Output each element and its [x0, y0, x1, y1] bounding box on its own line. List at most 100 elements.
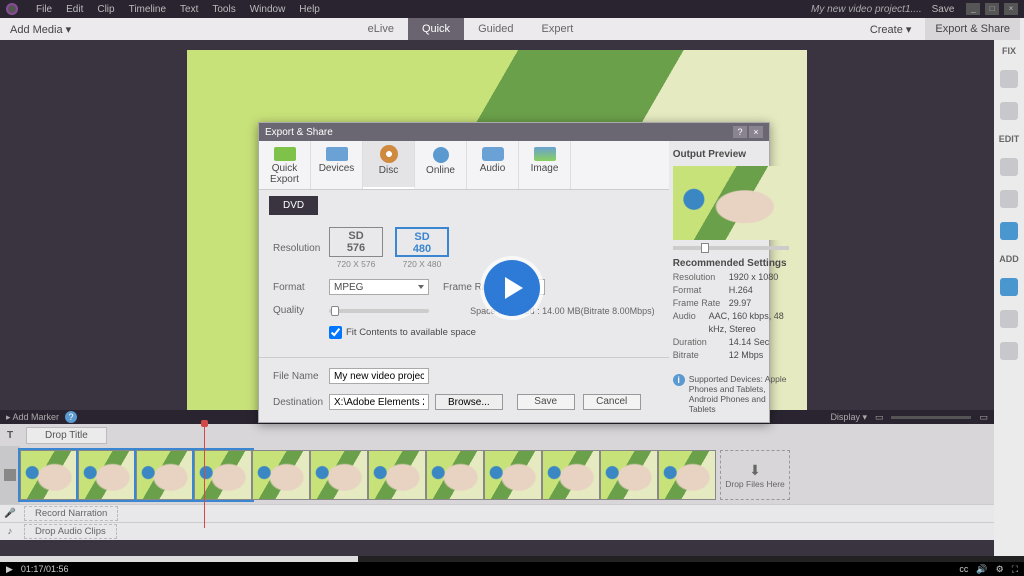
tab-devices[interactable]: Devices [311, 141, 363, 189]
tools-icon[interactable] [1000, 102, 1018, 120]
dialog-help-icon[interactable]: ? [733, 126, 747, 138]
rec-k-format: Format [673, 284, 729, 297]
clip-4[interactable] [194, 450, 252, 500]
time-current: 01:17 [21, 564, 44, 574]
clip-6[interactable] [310, 450, 368, 500]
narration-icon[interactable]: 🎤 [0, 508, 20, 519]
export-share-button[interactable]: Export & Share [925, 18, 1020, 40]
clip-1[interactable] [20, 450, 78, 500]
fit-contents-checkbox[interactable] [329, 326, 342, 339]
display-label: Display ▾ [830, 412, 867, 423]
graphics-icon[interactable] [1000, 342, 1018, 360]
info-icon: i [673, 374, 685, 386]
menu-help[interactable]: Help [299, 4, 320, 15]
close-icon[interactable]: × [1004, 3, 1018, 15]
fx1-icon[interactable] [1000, 158, 1018, 176]
clip-9[interactable] [484, 450, 542, 500]
tab-guided[interactable]: Guided [464, 18, 527, 40]
zoom-slider[interactable] [891, 416, 971, 419]
tab-audio[interactable]: Audio [467, 141, 519, 189]
format-dropdown[interactable]: MPEG [329, 279, 429, 295]
tab-elive[interactable]: eLive [354, 18, 408, 40]
dialog-close-icon[interactable]: × [749, 126, 763, 138]
resolution-576[interactable]: SD576 [329, 227, 383, 257]
rec-v-format: H.264 [729, 284, 753, 297]
menu-text[interactable]: Text [180, 4, 198, 15]
title-track: T Drop Title [0, 424, 994, 446]
create-button[interactable]: Create ▾ [860, 23, 922, 36]
clip-7[interactable] [368, 450, 426, 500]
drop-audio-zone[interactable]: Drop Audio Clips [24, 524, 117, 539]
music-icon[interactable] [1000, 310, 1018, 328]
audio-icon[interactable]: ♪ [0, 526, 20, 537]
rail-add-header: ADD [999, 254, 1019, 264]
color-icon[interactable] [1000, 222, 1018, 240]
app-icon [6, 3, 18, 15]
menu-tools[interactable]: Tools [212, 4, 235, 15]
tab-expert[interactable]: Expert [528, 18, 588, 40]
menu-window[interactable]: Window [250, 4, 286, 15]
playhead[interactable] [204, 424, 205, 528]
drop-files-zone[interactable]: ⬇Drop Files Here [720, 450, 790, 500]
fx2-icon[interactable] [1000, 190, 1018, 208]
volume-icon[interactable]: 🔊 [976, 564, 987, 575]
filename-input[interactable] [329, 368, 429, 384]
cc-icon[interactable]: cc [959, 564, 968, 575]
output-preview-thumb [673, 166, 789, 240]
minimize-icon[interactable]: _ [966, 3, 980, 15]
menu-timeline[interactable]: Timeline [129, 4, 166, 15]
tab-disc[interactable]: Disc [363, 141, 415, 189]
zoom-out-icon[interactable]: ▭ [875, 412, 884, 423]
resolution-480[interactable]: SD480 [395, 227, 449, 257]
subtab-dvd[interactable]: DVD [269, 196, 318, 215]
tab-quick-export[interactable]: Quick Export [259, 141, 311, 189]
rec-v-framerate: 29.97 [729, 297, 752, 310]
resolution-label: Resolution [273, 243, 329, 254]
quality-slider[interactable] [329, 309, 429, 313]
play-pause-icon[interactable]: ▶ [6, 564, 13, 575]
clip-2[interactable] [78, 450, 136, 500]
cancel-button[interactable]: Cancel [583, 394, 641, 410]
clip-12[interactable] [658, 450, 716, 500]
download-icon: ⬇ [749, 462, 761, 479]
record-narration-zone[interactable]: Record Narration [24, 506, 118, 521]
browse-button[interactable]: Browse... [435, 394, 503, 410]
clip-8[interactable] [426, 450, 484, 500]
play-button[interactable] [484, 260, 540, 316]
fit-contents-label: Fit Contents to available space [346, 327, 476, 338]
clip-10[interactable] [542, 450, 600, 500]
rec-v-bitrate: 12 Mbps [729, 349, 764, 362]
output-preview-header: Output Preview [673, 149, 789, 160]
adjust-icon[interactable] [1000, 70, 1018, 88]
add-marker-button[interactable]: ▸ Add Marker [6, 412, 59, 423]
menu-clip[interactable]: Clip [97, 4, 114, 15]
video-track-icon[interactable] [0, 446, 20, 504]
rec-k-framerate: Frame Rate [673, 297, 729, 310]
menu-edit[interactable]: Edit [66, 4, 83, 15]
timeline-help-icon[interactable]: ? [65, 411, 77, 423]
save-button[interactable]: Save [517, 394, 575, 410]
rec-v-audio: AAC, 160 kbps, 48 kHz, Stereo [709, 310, 789, 336]
maximize-icon[interactable]: □ [985, 3, 999, 15]
clip-3[interactable] [136, 450, 194, 500]
add-media-button[interactable]: Add Media ▾ [0, 23, 81, 36]
settings-icon[interactable]: ⚙ [996, 564, 1004, 575]
drop-title-zone[interactable]: Drop Title [26, 427, 107, 444]
titles-icon[interactable] [1000, 278, 1018, 296]
tab-online[interactable]: Online [415, 141, 467, 189]
rail-fix-header: FIX [1002, 46, 1016, 56]
preview-slider[interactable] [673, 246, 789, 250]
zoom-in-icon[interactable]: ▭ [979, 412, 988, 423]
tab-quick[interactable]: Quick [408, 18, 464, 40]
clip-5[interactable] [252, 450, 310, 500]
destination-input[interactable] [329, 394, 429, 410]
resolution-480-sub: 720 X 480 [395, 259, 449, 269]
clip-11[interactable] [600, 450, 658, 500]
fullscreen-icon[interactable]: ⛶ [1012, 564, 1018, 575]
save-link[interactable]: Save [932, 4, 955, 15]
window-controls: _ □ × [964, 3, 1018, 15]
tab-image[interactable]: Image [519, 141, 571, 189]
rec-v-duration: 14.14 Sec [729, 336, 770, 349]
supported-devices: Supported Devices: Apple Phones and Tabl… [689, 374, 789, 414]
menu-file[interactable]: File [36, 4, 52, 15]
